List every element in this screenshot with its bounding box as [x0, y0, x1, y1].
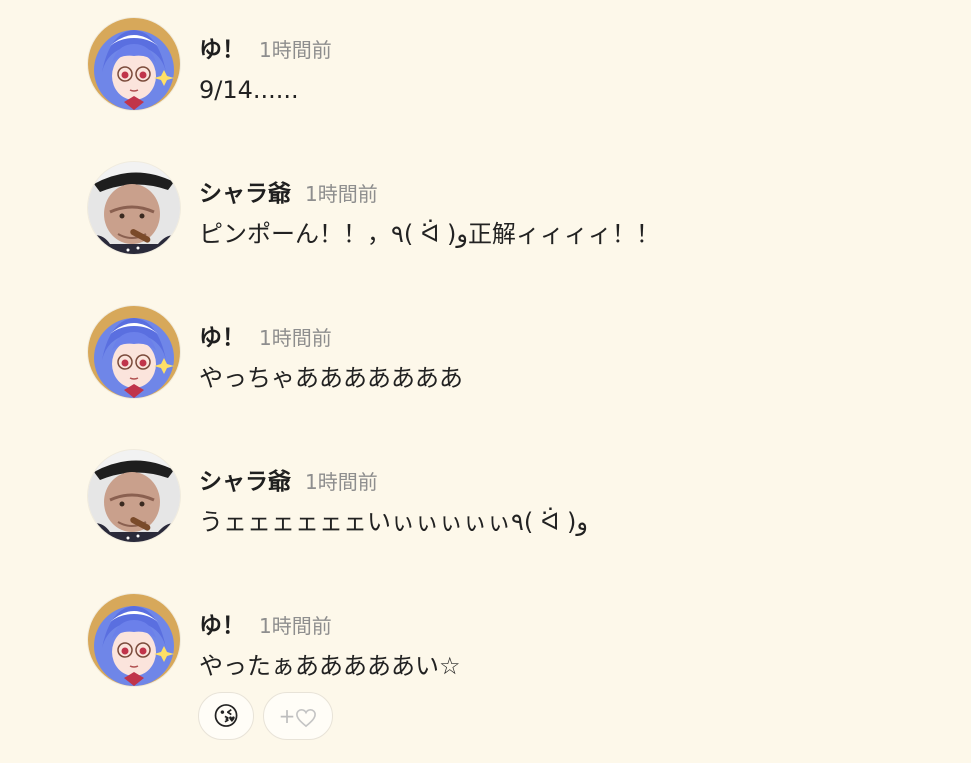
- kissing-face-emoji-reaction-button[interactable]: 😘: [198, 692, 254, 740]
- message-header: ゆ！ 1時間前: [199, 318, 332, 352]
- author-name[interactable]: シャラ爺: [199, 181, 291, 207]
- heart-outline-icon: [296, 708, 317, 727]
- message-text: やったぁあああああい☆: [199, 652, 461, 680]
- add-reaction-button[interactable]: +: [263, 692, 333, 740]
- old-man-cigar-avatar-icon[interactable]: [88, 450, 180, 542]
- timestamp: 1時間前: [259, 614, 332, 638]
- message-text: ピンポーん！！，٩( ᐛ )و正解ィィィィ！！: [199, 220, 660, 248]
- timestamp: 1時間前: [305, 470, 378, 494]
- author-name[interactable]: ゆ！: [199, 37, 245, 63]
- message-header: シャラ爺 1時間前: [199, 462, 378, 496]
- timestamp: 1時間前: [259, 326, 332, 350]
- author-name[interactable]: ゆ！: [199, 325, 245, 351]
- author-name[interactable]: シャラ爺: [199, 469, 291, 495]
- message-text: 9/14......: [199, 76, 299, 104]
- old-man-cigar-avatar-icon[interactable]: [88, 162, 180, 254]
- message-thread: ゆ！ 1時間前 9/14...... シャラ爺 1時間前 ピンポーん！！，٩(…: [0, 0, 971, 763]
- anime-girl-avatar-icon[interactable]: [88, 594, 180, 686]
- reaction-bar: 😘 +: [198, 692, 333, 742]
- message-header: シャラ爺 1時間前: [199, 174, 378, 208]
- add-reaction-plus: +: [278, 704, 296, 728]
- anime-girl-avatar-icon[interactable]: [88, 306, 180, 398]
- anime-girl-avatar-icon[interactable]: [88, 18, 180, 110]
- timestamp: 1時間前: [305, 182, 378, 206]
- timestamp: 1時間前: [259, 38, 332, 62]
- kissing-face-emoji-icon: 😘: [212, 702, 240, 732]
- message-text: うェェェェェェいぃぃぃぃぃ٩( ᐛ )و: [199, 508, 588, 536]
- message-header: ゆ！ 1時間前: [199, 606, 332, 640]
- author-name[interactable]: ゆ！: [199, 613, 245, 639]
- message-header: ゆ！ 1時間前: [199, 30, 332, 64]
- message-text: やっちゃあああああああ: [199, 364, 463, 392]
